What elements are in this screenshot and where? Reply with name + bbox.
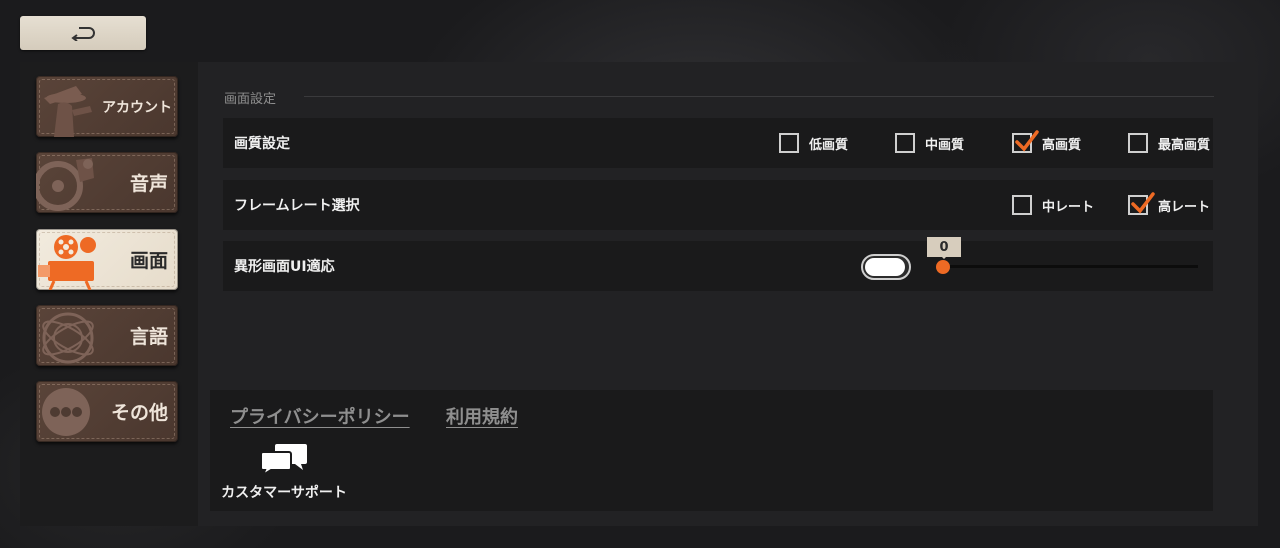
return-arrow-icon <box>71 27 95 41</box>
checkbox[interactable] <box>1128 133 1148 153</box>
settings-sidebar: アカウント 音声 画面 言語 その他 <box>20 62 198 526</box>
checkbox[interactable] <box>895 133 915 153</box>
framerate-option-medium[interactable]: 中レート <box>1012 193 1094 217</box>
nav-item-label: その他 <box>110 402 168 424</box>
option-label: 中レート <box>1042 199 1095 215</box>
quality-option-low[interactable]: 低画質 <box>779 131 848 155</box>
framerate-option-high[interactable]: 高レート <box>1128 192 1211 217</box>
quality-option-high[interactable]: 高画質 <box>1012 130 1082 155</box>
notch-row: 異形画面UI適応 0 <box>223 237 1213 291</box>
nav-item-language[interactable]: 言語 <box>36 305 178 366</box>
chat-bubbles-icon <box>260 444 307 476</box>
checkbox-checked[interactable] <box>1128 192 1155 215</box>
option-label: 高レート <box>1158 199 1211 215</box>
quality-row: 画質設定 低画質 中画質 高画質 最高画質 <box>223 118 1213 168</box>
customer-support-button[interactable]: カスタマーサポート <box>214 440 354 502</box>
nav-item-display[interactable]: 画面 <box>36 229 178 290</box>
nav-item-label: アカウント <box>102 99 172 116</box>
option-label: 中画質 <box>925 137 965 153</box>
option-label: 高画質 <box>1042 137 1082 153</box>
privacy-policy-link[interactable]: プライバシーポリシー <box>230 403 410 429</box>
globe-emblem-art <box>42 312 94 364</box>
nav-item-label: 言語 <box>129 326 168 348</box>
checkbox[interactable] <box>1012 195 1032 215</box>
quality-option-medium[interactable]: 中画質 <box>895 131 964 155</box>
nav-item-label: 音声 <box>129 173 168 195</box>
section-divider <box>304 96 1214 97</box>
vinyl-record-art <box>36 158 94 211</box>
nav-item-account[interactable]: アカウント <box>36 76 178 137</box>
toggle-knob <box>865 258 905 276</box>
quality-option-highest[interactable]: 最高画質 <box>1128 131 1210 155</box>
checkmark-icon <box>1015 130 1039 152</box>
framerate-label: フレームレート選択 <box>234 198 360 214</box>
back-button[interactable] <box>20 16 146 50</box>
checkmark-icon <box>1131 192 1155 214</box>
quality-label: 画質設定 <box>234 136 290 152</box>
slider-value-tooltip: 0 <box>927 237 961 259</box>
slider-handle[interactable] <box>936 260 950 274</box>
option-label: 最高画質 <box>1158 137 1211 153</box>
notch-label: 異形画面UI適応 <box>234 259 335 275</box>
film-projector-art <box>38 235 96 290</box>
detective-figure-art <box>44 86 92 137</box>
checkbox-checked[interactable] <box>1012 130 1039 153</box>
ellipsis-circle-art <box>42 388 90 436</box>
nav-item-label: 画面 <box>129 250 168 272</box>
checkbox[interactable] <box>779 133 799 153</box>
terms-link[interactable]: 利用規約 <box>446 403 518 429</box>
nav-item-audio[interactable]: 音声 <box>36 152 178 213</box>
footer-panel: プライバシーポリシー 利用規約 カスタマーサポート <box>210 390 1213 511</box>
support-label: カスタマーサポート <box>221 485 347 501</box>
notch-toggle[interactable] <box>861 254 911 280</box>
notch-slider-track[interactable] <box>943 265 1198 268</box>
section-title: 画面設定 <box>224 92 277 107</box>
option-label: 低画質 <box>809 137 849 153</box>
nav-item-other[interactable]: その他 <box>36 381 178 442</box>
framerate-row: フレームレート選択 中レート 高レート <box>223 180 1213 230</box>
